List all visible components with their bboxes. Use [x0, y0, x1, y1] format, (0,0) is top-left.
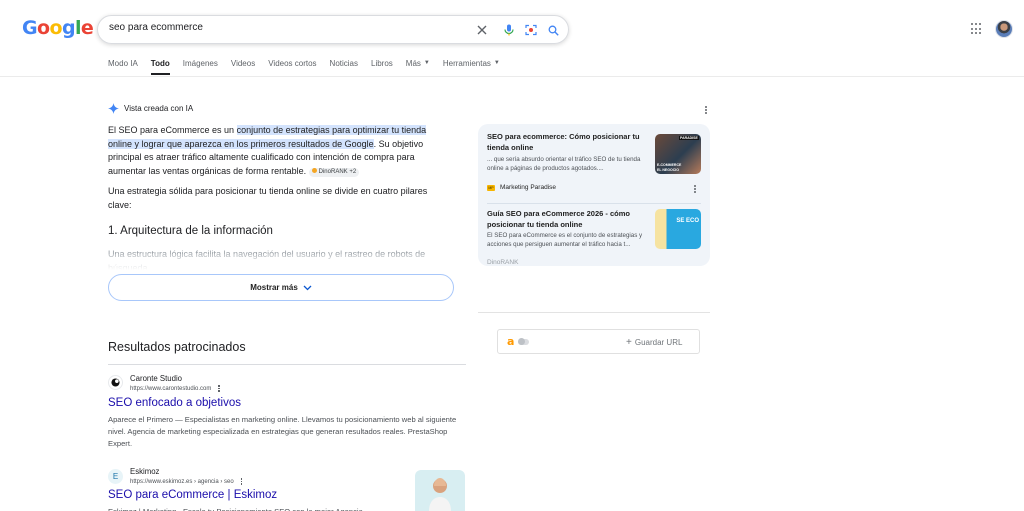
search-tabs: Modo IA Todo Imágenes Videos Videos cort… [108, 59, 513, 75]
toggle-switch[interactable] [518, 338, 529, 345]
source-snippet: ... que sería absurdo orientar el tráfic… [487, 156, 641, 172]
tab-label: Noticias [329, 59, 358, 68]
ai-text-segment: El SEO para eCommerce es un [108, 125, 237, 135]
logo-letter: o [49, 17, 62, 39]
tab-videos[interactable]: Videos [231, 59, 255, 75]
ad-thumbnail[interactable] [415, 470, 465, 511]
tab-imagenes[interactable]: Imágenes [183, 59, 218, 75]
save-url-widget[interactable]: a + Guardar URL [497, 329, 700, 354]
save-url-label: Guardar URL [634, 338, 683, 347]
source-title[interactable]: SEO para ecommerce: Cómo posicionar tu t… [487, 132, 647, 153]
show-more-label: Mostrar más [250, 283, 298, 292]
apps-grid-icon[interactable] [971, 23, 983, 35]
tab-label: Videos cortos [268, 59, 317, 68]
dinorank-favicon-icon [311, 168, 317, 173]
source-site-name: DinoRANK [487, 259, 519, 266]
tab-mas[interactable]: Más ▼ [406, 59, 430, 75]
source-card[interactable]: Guía SEO para eCommerce 2026 - cómo posi… [478, 204, 710, 266]
show-more-button[interactable]: Mostrar más [108, 274, 454, 301]
ai-overview-title: Vista creada con IA [124, 104, 194, 113]
tab-herramientas[interactable]: Herramientas ▼ [443, 59, 500, 75]
logo-letter: G [22, 17, 38, 39]
logo-letter: o [37, 17, 50, 39]
source-options-icon[interactable] [693, 185, 697, 194]
clear-icon[interactable] [474, 22, 490, 38]
chevron-down-icon [303, 285, 312, 290]
google-logo[interactable]: Google [22, 17, 94, 39]
thumbnail-caption: E-COMMERCE EL NEGOCIO [657, 163, 682, 172]
ai-overview-paragraph-2: Una estrategia sólida para posicionar tu… [108, 186, 428, 210]
ad-url: https://www.carontestudio.com [130, 385, 220, 393]
source-site: MP Marketing Paradise [487, 184, 556, 191]
plus-icon: + [626, 337, 632, 348]
search-input[interactable] [109, 22, 449, 33]
search-box[interactable] [97, 15, 569, 44]
tab-noticias[interactable]: Noticias [330, 59, 358, 75]
caronte-favicon-icon[interactable] [108, 375, 123, 390]
ad-description: Eskimoz | Marketing · Escala tu Posicion… [108, 506, 468, 511]
marketing-paradise-favicon-icon: MP [487, 184, 495, 191]
amazon-logo-icon: a [507, 335, 515, 348]
tab-videos-cortos[interactable]: Videos cortos [268, 59, 316, 75]
tab-todo[interactable]: Todo [150, 59, 170, 75]
ad-site-name[interactable]: Eskimoz [130, 467, 159, 476]
ad-options-icon[interactable] [240, 478, 243, 486]
ai-faded-text: Una estructura lógica facilita la navega… [108, 248, 438, 270]
save-url-button[interactable]: + Guardar URL [626, 337, 682, 348]
search-icon[interactable] [545, 22, 561, 38]
ad-options-icon[interactable] [218, 385, 220, 393]
thumbnail-caption: SE ECO [676, 218, 699, 224]
lens-icon[interactable] [523, 22, 539, 38]
logo-letter: e [80, 17, 94, 39]
ad-title-link[interactable]: SEO enfocado a objetivos [108, 397, 241, 409]
ai-section-heading: 1. Arquitectura de la información [108, 225, 273, 237]
ad-url: https://www.eskimoz.es › agencia › seo [130, 478, 243, 486]
source-site: DinoRANK [487, 259, 518, 266]
source-title[interactable]: Guía SEO para eCommerce 2026 - cómo posi… [487, 209, 647, 230]
tab-label: Imágenes [182, 59, 218, 68]
caret-down-icon: ▼ [423, 60, 430, 66]
source-thumbnail[interactable]: SE ECO [655, 209, 701, 249]
source-card[interactable]: SEO para ecommerce: Cómo posicionar tu t… [478, 124, 710, 202]
tab-label: Más [405, 59, 421, 68]
ad-site-name[interactable]: Caronte Studio [130, 374, 182, 383]
tab-label: Herramientas [442, 59, 491, 68]
source-thumbnail[interactable]: PARADISE E-COMMERCE EL NEGOCIO [655, 134, 701, 174]
tab-label: Videos [230, 59, 256, 68]
ai-faded-text-content: Una estructura lógica facilita la navega… [108, 249, 426, 270]
tab-libros[interactable]: Libros [371, 59, 393, 75]
source-site-name: Marketing Paradise [500, 184, 556, 191]
sponsored-results-title: Resultados patrocinados [108, 340, 246, 354]
ai-more-options-icon[interactable] [704, 106, 708, 115]
account-avatar[interactable] [995, 20, 1013, 38]
sponsored-divider [108, 364, 466, 365]
ad-description: Aparece el Primero — Especialistas en ma… [108, 415, 457, 448]
source-snippet: El SEO para eCommerce es el conjunto de … [487, 232, 643, 248]
caret-down-icon: ▼ [493, 60, 500, 66]
ai-sources-panel: SEO para ecommerce: Cómo posicionar tu t… [478, 124, 710, 266]
sidebar-divider [478, 312, 710, 313]
source-chip-label: DinoRANK +2 [318, 168, 357, 175]
ad-title-link[interactable]: SEO para eCommerce | Eskimoz [108, 489, 277, 501]
microphone-icon[interactable] [501, 22, 517, 38]
tab-label: Libros [371, 59, 393, 68]
tab-modo-ia[interactable]: Modo IA [108, 59, 138, 75]
thumbnail-tag: PARADISE [679, 136, 699, 140]
tab-label: Todo [150, 59, 170, 68]
logo-letter: g [61, 17, 76, 39]
gemini-sparkle-icon [108, 103, 119, 114]
eskimoz-favicon-letter: E [112, 472, 119, 481]
source-chip[interactable]: DinoRANK +2 [308, 167, 360, 177]
header-divider [0, 76, 1024, 77]
ad-url-text: https://www.eskimoz.es › agencia › seo [130, 478, 234, 485]
eskimoz-favicon-icon[interactable]: E [108, 469, 123, 484]
ai-overview-header: Vista creada con IA [108, 103, 193, 114]
tab-label: Modo IA [108, 59, 138, 68]
ai-overview-paragraph: El SEO para eCommerce es un conjunto de … [108, 124, 434, 178]
ad-url-text: https://www.carontestudio.com [130, 385, 212, 392]
